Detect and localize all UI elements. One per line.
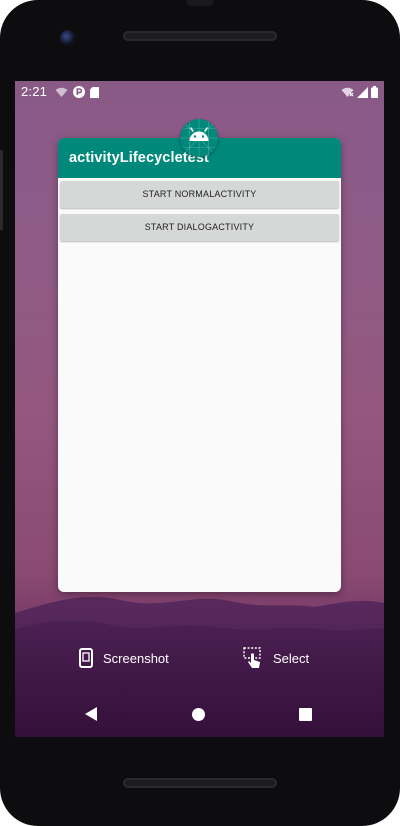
recents-square-icon[interactable] bbox=[299, 708, 312, 721]
select-label: Select bbox=[273, 650, 310, 666]
signal-icon bbox=[357, 86, 368, 98]
back-triangle-icon[interactable] bbox=[85, 707, 97, 721]
android-icon[interactable] bbox=[180, 119, 218, 157]
select-touch-icon bbox=[243, 647, 261, 668]
front-camera bbox=[60, 30, 76, 46]
android-robot-icon bbox=[180, 119, 218, 157]
start-dialog-activity-button[interactable]: START DIALOGACTIVITY bbox=[60, 214, 339, 241]
overview-actions: Screenshot Select bbox=[15, 647, 384, 669]
phone-side-button bbox=[0, 150, 3, 230]
earpiece-speaker bbox=[123, 31, 277, 41]
device-screen: 2:21 activityLifecycletest START NORMALA… bbox=[15, 81, 384, 737]
recent-app-card[interactable]: activityLifecycletest START NORMALACTIVI… bbox=[58, 138, 341, 592]
navigation-bar bbox=[15, 695, 384, 737]
parking-icon bbox=[73, 86, 85, 98]
phone-frame: 2:21 activityLifecycletest START NORMALA… bbox=[0, 0, 400, 826]
screenshot-icon bbox=[79, 648, 93, 668]
phone-top-notch bbox=[186, 0, 214, 6]
screenshot-label: Screenshot bbox=[103, 650, 169, 666]
status-bar: 2:21 bbox=[15, 81, 384, 103]
screenshot-action[interactable]: Screenshot bbox=[79, 647, 169, 669]
wifi-question-icon bbox=[55, 87, 68, 97]
bottom-speaker bbox=[123, 778, 277, 788]
wifi-icon bbox=[341, 87, 354, 97]
sd-card-icon bbox=[90, 86, 99, 98]
select-action[interactable]: Select bbox=[243, 647, 309, 669]
status-time: 2:21 bbox=[21, 84, 48, 99]
start-normal-activity-button[interactable]: START NORMALACTIVITY bbox=[60, 181, 339, 208]
home-circle-icon[interactable] bbox=[192, 708, 205, 721]
status-notification-icons bbox=[55, 84, 99, 100]
status-system-icons bbox=[341, 84, 378, 100]
battery-icon bbox=[371, 86, 378, 98]
